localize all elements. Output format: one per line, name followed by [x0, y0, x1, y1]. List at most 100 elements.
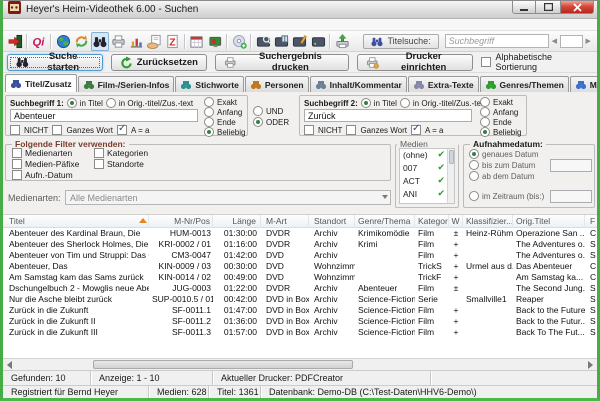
database-book-icon[interactable] — [273, 32, 291, 51]
exit-icon[interactable] — [6, 32, 24, 51]
scope-titel-radio[interactable] — [361, 98, 371, 108]
tab[interactable]: Inhalt/Kommentar — [310, 76, 407, 92]
maximize-button[interactable] — [536, 1, 561, 14]
tab[interactable]: Extra-Texte — [408, 76, 479, 92]
mode-beliebig-radio[interactable] — [204, 127, 214, 137]
scroll-left-arrow[interactable] — [7, 361, 12, 369]
prefix-list-item[interactable]: ACT — [400, 175, 454, 188]
nicht-checkbox[interactable] — [10, 125, 20, 135]
filter-standorte-option[interactable]: Standorte — [94, 159, 144, 169]
zuruecksetzen-button[interactable]: Zurücksetzen — [111, 54, 207, 71]
table-row[interactable]: Abenteuer, DasKIN-0009 / 0300:30:00DVDWo… — [3, 261, 597, 272]
tab[interactable]: Stichworte — [175, 76, 243, 92]
globe-icon[interactable] — [54, 32, 72, 51]
tv-icon[interactable] — [206, 32, 224, 51]
cd-icon[interactable] — [230, 32, 248, 51]
nav-next-icon[interactable]: ▶ — [586, 37, 591, 45]
table-row[interactable]: Abenteuer von Tim und Struppi: Das Ge...… — [3, 250, 597, 261]
table-row[interactable]: Zurück in die Zukunft IIISF-0011.301:57:… — [3, 327, 597, 338]
suchergebnis-drucken-button[interactable]: Suchergebnis drucken — [215, 54, 349, 71]
tab[interactable]: Genres/Themen — [480, 76, 569, 92]
minimize-button[interactable] — [512, 1, 536, 14]
ab-dem-datum-option[interactable]: ab dem Datum — [469, 171, 534, 181]
qi-logo-icon[interactable]: Qi — [30, 32, 48, 51]
datum2-input[interactable] — [550, 190, 592, 203]
und-radio[interactable] — [253, 106, 263, 116]
mode-beliebig-radio[interactable] — [480, 127, 490, 137]
mode-exakt-radio[interactable] — [480, 97, 490, 107]
print-export-icon[interactable] — [333, 32, 351, 51]
bis-zum-datum-option[interactable]: bis zum Datum — [469, 160, 535, 170]
table-row[interactable]: Dschungelbuch 2 - Mowglis neue Abent...J… — [3, 283, 597, 294]
database-icon[interactable] — [309, 32, 327, 51]
z-document-icon[interactable]: Z — [164, 32, 182, 51]
logic-und-option[interactable]: UND — [253, 106, 283, 116]
filter-kategorien-option[interactable]: Kategorien — [94, 148, 148, 158]
mode-ende-radio[interactable] — [204, 117, 214, 127]
column-header[interactable]: Standort — [311, 215, 355, 228]
suchbegriff2-input[interactable] — [304, 109, 472, 122]
nav-prev-icon[interactable]: ◀ — [552, 37, 557, 45]
tab[interactable]: Film-/Serien-Infos — [78, 76, 175, 92]
column-header[interactable]: Kategorie — [415, 215, 449, 228]
column-header[interactable]: M-Nr/Pos — [149, 215, 213, 228]
mode-ende-radio[interactable] — [480, 117, 490, 127]
tab[interactable]: Personen — [245, 76, 309, 92]
im-zeitraum-option[interactable]: im Zeitraum (bis:) — [469, 191, 544, 201]
refresh-icon[interactable] — [73, 32, 91, 51]
horizontal-scrollbar[interactable] — [3, 358, 597, 370]
filter-medien-praefixe-option[interactable]: Medien-Päfixe — [12, 159, 79, 169]
oder-radio[interactable] — [253, 117, 263, 127]
ganzes-wort-checkbox[interactable] — [346, 125, 356, 135]
column-header[interactable]: W — [449, 215, 463, 228]
table-row[interactable]: Zurück in die ZukunftSF-0011.101:47:00DV… — [3, 305, 597, 316]
scope-titel-radio[interactable] — [67, 98, 77, 108]
scope-orig-radio[interactable] — [106, 98, 116, 108]
title-nav-input[interactable] — [560, 35, 582, 48]
table-row[interactable]: Nur die Asche bleibt zurückSUP-0010.5 / … — [3, 294, 597, 305]
column-header[interactable]: F — [587, 215, 597, 228]
database-edit-icon[interactable] — [291, 32, 309, 51]
mode-exakt-radio[interactable] — [204, 97, 214, 107]
print-icon[interactable] — [109, 32, 127, 51]
table-row[interactable]: Abenteuer des Kardinal Braun, DieHUM-001… — [3, 228, 597, 239]
tab[interactable]: Titel/Zusatz — [5, 74, 77, 92]
table-row[interactable]: Am Samstag kam das Sams zurückKIN-0014 /… — [3, 272, 597, 283]
search-input[interactable] — [445, 34, 549, 48]
search-icon[interactable] — [91, 32, 109, 51]
titelsuche-button[interactable]: Titelsuche: — [363, 34, 438, 49]
close-button[interactable] — [561, 1, 594, 14]
calendar-icon[interactable] — [188, 32, 206, 51]
column-header[interactable]: Orig.Titel — [513, 215, 585, 228]
drucker-einrichten-button[interactable]: Drucker einrichten — [357, 54, 473, 71]
alphabetische-sortierung-checkbox[interactable]: Alphabetische Sortierung — [481, 52, 593, 72]
mode-anfang-radio[interactable] — [480, 107, 490, 117]
genaues-datum-option[interactable]: genaues Datum — [469, 149, 538, 159]
prefix-list-item[interactable]: 007 — [400, 162, 454, 175]
column-header[interactable]: Titel — [3, 215, 149, 228]
column-header[interactable]: M-Art — [263, 215, 309, 228]
medienarten-combobox[interactable]: Alle Medienarten — [65, 190, 391, 205]
column-header[interactable]: Genre/Thema — [355, 215, 415, 228]
mode-anfang-radio[interactable] — [204, 107, 214, 117]
a-equals-checkbox[interactable] — [117, 125, 127, 135]
prefix-list-item[interactable]: ANI — [400, 188, 454, 201]
column-header[interactable]: Länge — [215, 215, 261, 228]
suchbegriff1-input[interactable] — [10, 109, 198, 122]
ganzes-wort-checkbox[interactable] — [52, 125, 62, 135]
nicht-checkbox[interactable] — [304, 125, 314, 135]
scroll-right-arrow[interactable] — [588, 361, 593, 369]
column-header[interactable]: Klassifizier... — [463, 215, 513, 228]
suche-starten-button[interactable]: Suche starten — [7, 54, 103, 71]
lend-hand-icon[interactable] — [145, 32, 163, 51]
scope-orig-radio[interactable] — [400, 98, 410, 108]
filter-medienarten-option[interactable]: Medienarten — [12, 148, 72, 158]
table-row[interactable]: Zurück in die Zukunft IISF-0011.201:36:0… — [3, 316, 597, 327]
logic-oder-option[interactable]: ODER — [253, 117, 289, 127]
filter-aufn-datum-option[interactable]: Aufn.-Datum — [12, 170, 73, 180]
statistics-icon[interactable] — [127, 32, 145, 51]
a-equals-checkbox[interactable] — [411, 125, 421, 135]
scrollbar-thumb[interactable] — [93, 360, 353, 369]
table-row[interactable]: Abenteuer des Sherlock Holmes, DieKRI-00… — [3, 239, 597, 250]
tab[interactable]: Musik — [570, 76, 597, 92]
